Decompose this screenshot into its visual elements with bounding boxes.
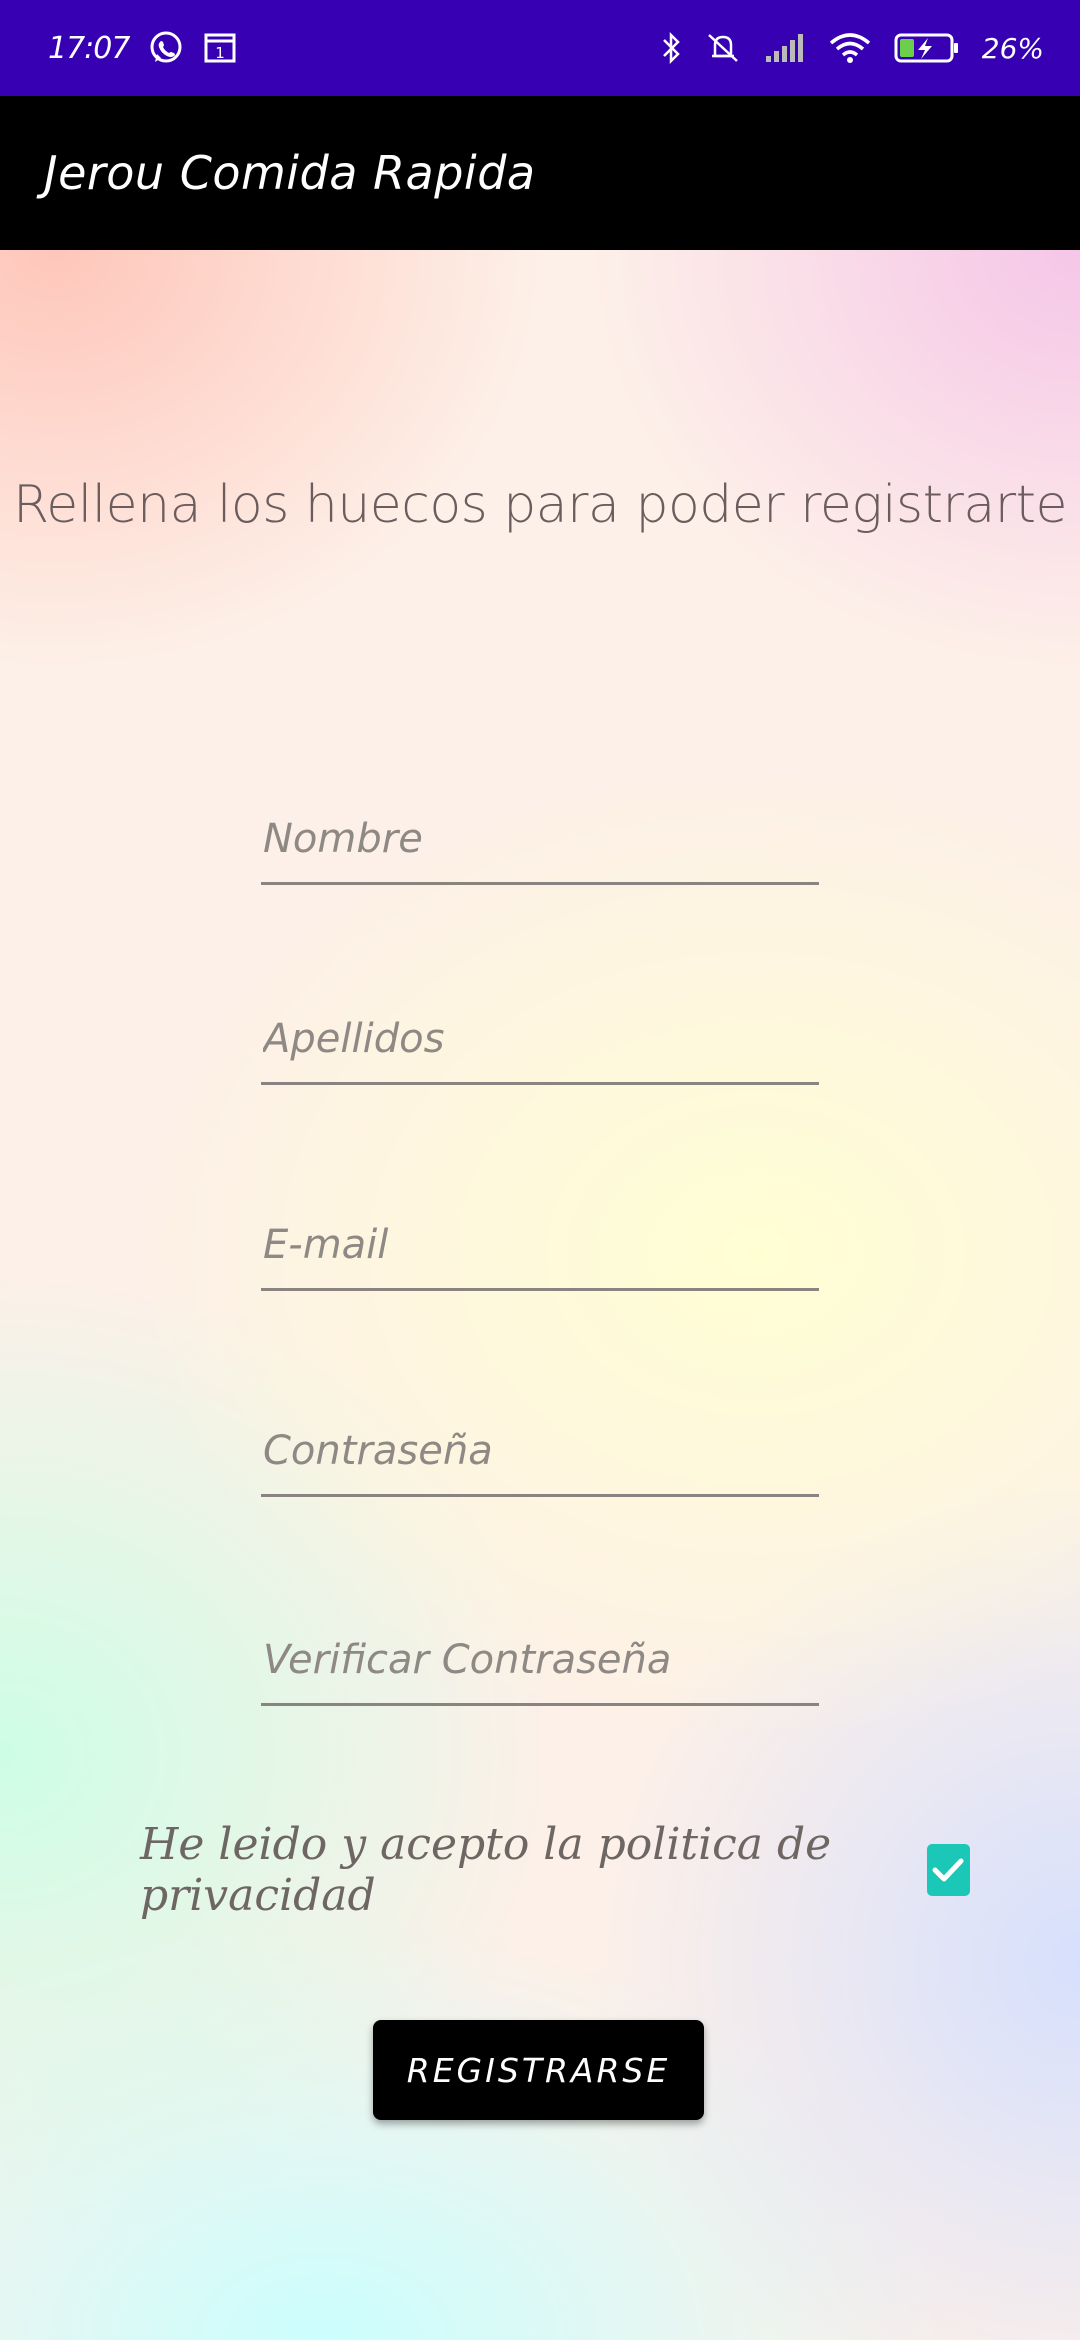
apellidos-field xyxy=(261,995,819,1085)
verify-password-input[interactable] xyxy=(261,1616,819,1703)
whatsapp-icon xyxy=(147,29,185,67)
register-button[interactable]: REGISTRARSE xyxy=(373,2020,704,2120)
app-toolbar: Jerou Comida Rapida xyxy=(0,96,1080,250)
form-heading: Rellena los huecos para poder registrart… xyxy=(12,475,1068,535)
bluetooth-icon xyxy=(660,30,682,66)
status-bar: 17:07 1 26% xyxy=(0,0,1080,96)
wifi-icon xyxy=(828,31,872,65)
password-field xyxy=(261,1407,819,1497)
status-time: 17:07 xyxy=(48,30,130,66)
status-right: 26% xyxy=(660,30,1044,66)
apellidos-input[interactable] xyxy=(261,995,819,1082)
calendar-icon: 1 xyxy=(203,31,237,65)
nombre-input[interactable] xyxy=(261,795,819,882)
battery-percentage: 26% xyxy=(981,31,1044,65)
app-title: Jerou Comida Rapida xyxy=(44,146,536,200)
svg-text:1: 1 xyxy=(216,44,226,62)
privacy-checkbox[interactable] xyxy=(926,1844,970,1896)
nombre-field xyxy=(261,795,819,885)
privacy-label: He leido y acepto la politica de privaci… xyxy=(140,1819,832,1921)
silent-icon xyxy=(704,30,742,66)
privacy-row: He leido y acepto la politica de privaci… xyxy=(140,1819,970,1921)
registration-form: Rellena los huecos para poder registrart… xyxy=(0,250,1080,2340)
battery-charging-icon xyxy=(894,32,960,64)
password-input[interactable] xyxy=(261,1407,819,1494)
status-left: 17:07 1 xyxy=(48,29,237,67)
verify-password-field xyxy=(261,1616,819,1706)
signal-icon xyxy=(764,32,806,64)
email-input[interactable] xyxy=(261,1201,819,1288)
checkmark-icon xyxy=(932,1858,964,1882)
email-field xyxy=(261,1201,819,1291)
